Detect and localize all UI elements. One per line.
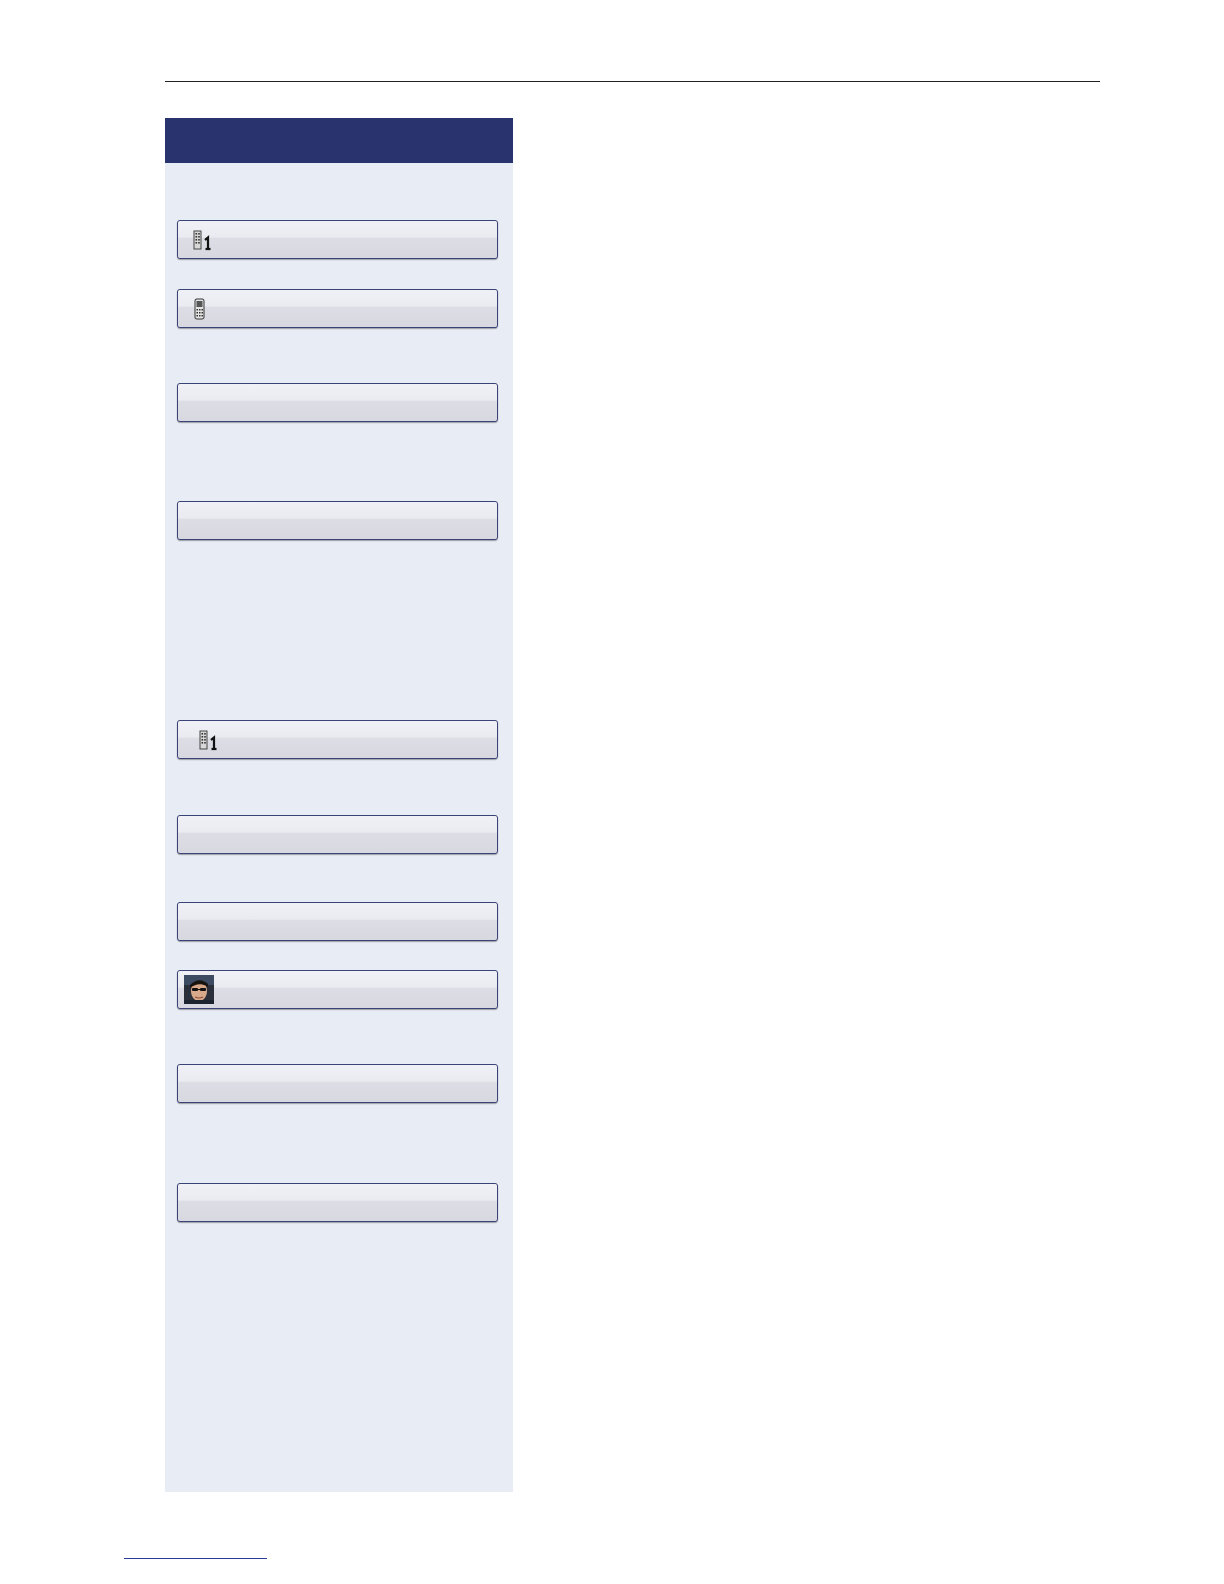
menu-key-1[interactable]: [177, 220, 498, 259]
menu-key-5[interactable]: [177, 720, 498, 759]
phone-display-panel: [165, 118, 513, 1492]
menu-key-4[interactable]: [177, 501, 498, 540]
menu-key-8[interactable]: [177, 970, 498, 1009]
menu-key-9[interactable]: [177, 1064, 498, 1103]
menu-key-3[interactable]: [177, 383, 498, 422]
menu-key-2[interactable]: [177, 289, 498, 328]
menu-key-6[interactable]: [177, 815, 498, 854]
display-header-bar: [165, 118, 513, 163]
page-top-rule: [165, 81, 1100, 82]
desk-phone-line-1-icon: [193, 230, 211, 251]
menu-key-7[interactable]: [177, 902, 498, 941]
mobile-phone-icon: [194, 298, 205, 320]
desk-phone-line-1-icon: [199, 730, 217, 751]
menu-key-10[interactable]: [177, 1183, 498, 1222]
footer-link-underline[interactable]: [124, 1558, 267, 1559]
contact-photo-avatar: [184, 975, 214, 1004]
